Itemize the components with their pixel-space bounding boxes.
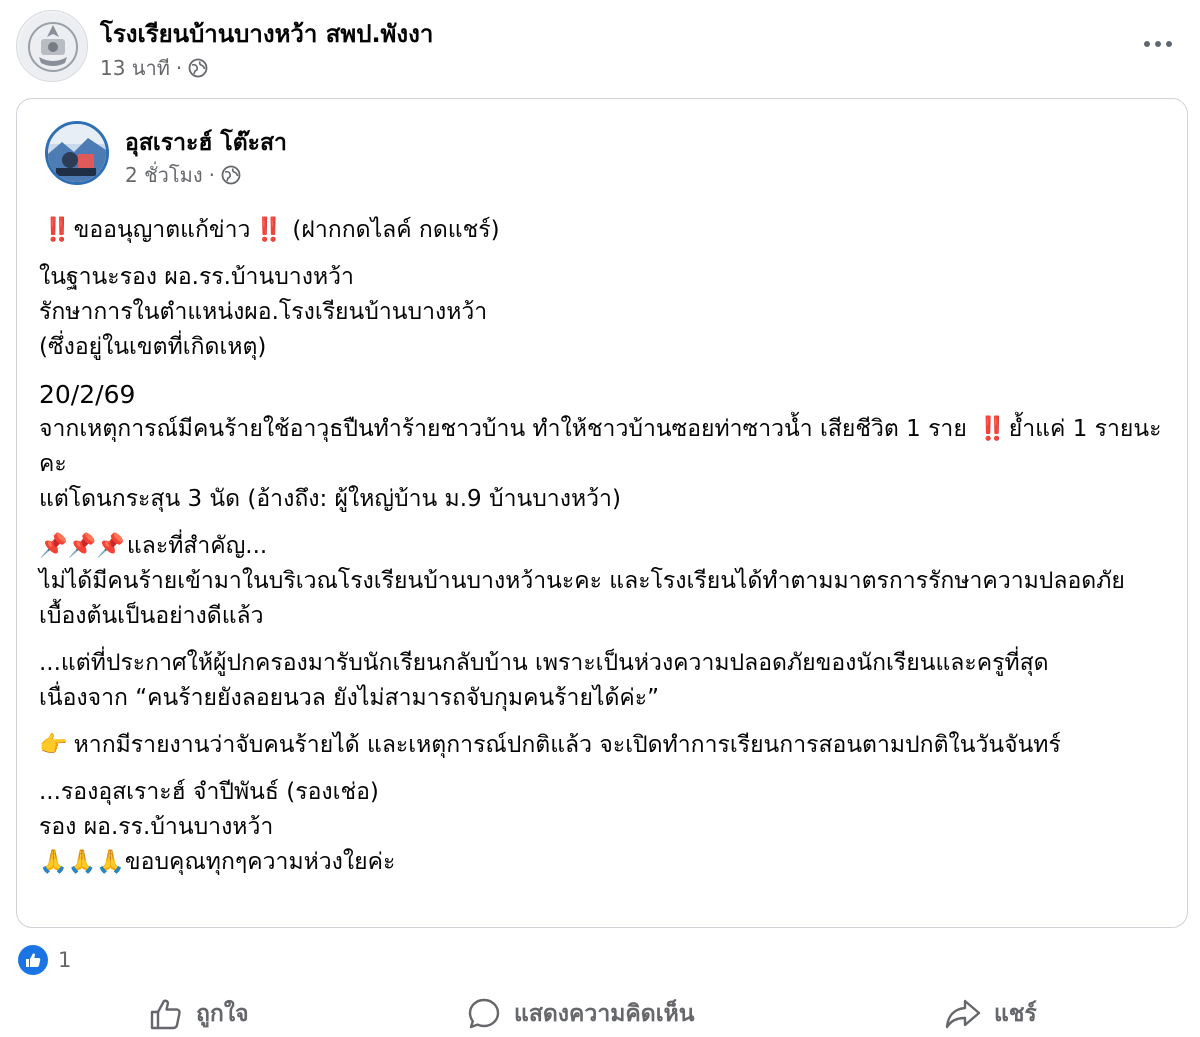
meta-separator: · <box>208 163 215 187</box>
pushpin-icon: 📌📌📌 <box>39 533 125 559</box>
share-button[interactable]: แชร์ <box>944 996 1037 1032</box>
paragraph-author-role: ในฐานะรอง ผอ.รร.บ้านบางหว้า รักษาการในตำ… <box>39 260 1169 365</box>
page-avatar[interactable] <box>16 10 88 82</box>
comment-button[interactable]: แสดงความคิดเห็น <box>466 996 694 1032</box>
comment-bubble-icon <box>466 996 502 1032</box>
reaction-summary[interactable]: 1 <box>18 944 71 976</box>
share-request-text: (ฝากกดไลค์ กดแชร์) <box>285 217 500 243</box>
signature-title: รอง ผอ.รร.บ้านบางหว้า <box>39 814 274 840</box>
share-arrow-icon <box>944 996 982 1032</box>
text-line: (ซึ่งอยู่ในเขตที่เกิดเหตุ) <box>39 334 267 360</box>
thanks-text: ขอบคุณทุกๆความห่วงใยค่ะ <box>124 849 396 875</box>
text-line: รักษาการในตำแหน่งผอ.โรงเรียนบ้านบางหว้า <box>39 299 488 325</box>
share-label: แชร์ <box>994 1001 1037 1027</box>
globe-icon <box>188 58 208 78</box>
paragraph-signature: ...รองอุสเราะฮ์ จำปีพันธ์ (รองเช่อ) รอง … <box>39 775 1169 880</box>
post-timestamp[interactable]: 13 นาที <box>100 52 170 84</box>
correction-text: ขออนุญาตแก้ข่าว <box>73 217 251 243</box>
incident-date: 20/2/69 <box>39 380 136 409</box>
signature-name: ...รองอุสเราะฮ์ จำปีพันธ์ (รองเช่อ) <box>39 779 379 805</box>
facebook-post: โรงเรียนบ้านบางหว้า สพป.พังงา 13 นาที · <box>0 0 1200 1037</box>
pointing-hand-icon: 👉 <box>39 732 68 758</box>
more-options-icon[interactable] <box>1136 26 1180 62</box>
paragraph-reopening: 👉 หากมีรายงานว่าจับคนร้ายได้ และเหตุการณ์… <box>39 728 1169 763</box>
author-name[interactable]: อุสเราะฮ์ โต๊ะสา <box>125 125 287 161</box>
text-line: ...แต่ที่ประกาศให้ผู้ปกครองมารับนักเรียน… <box>39 650 1049 676</box>
post-text: ‼️ ขออนุญาตแก้ข่าว ‼️ (ฝากกดไลค์ กดแชร์) ใ… <box>39 213 1169 892</box>
like-reaction-icon <box>18 945 48 975</box>
school-emblem-icon <box>19 13 87 81</box>
shared-post-card[interactable]: อุสเราะฮ์ โต๊ะสา 2 ชั่วโมง · ‼️ ขออนุญาตแ… <box>16 98 1188 928</box>
paragraph-correction-notice: ‼️ ขออนุญาตแก้ข่าว ‼️ (ฝากกดไลค์ กดแชร์) <box>39 213 1169 248</box>
post-header: โรงเรียนบ้านบางหว้า สพป.พังงา 13 นาที · <box>16 10 1184 86</box>
double-exclamation-icon: ‼️ <box>254 217 283 243</box>
comment-label: แสดงความคิดเห็น <box>514 1001 695 1027</box>
shared-post-meta: 2 ชั่วโมง · <box>125 159 241 191</box>
page-name[interactable]: โรงเรียนบ้านบางหว้า สพป.พังงา <box>100 14 433 53</box>
author-profile-photo-icon <box>48 124 106 182</box>
globe-icon <box>221 165 241 185</box>
author-avatar[interactable] <box>45 121 109 185</box>
reaction-count: 1 <box>58 948 72 972</box>
post-meta: 13 นาที · <box>100 52 208 84</box>
paragraph-dismissal-reason: ...แต่ที่ประกาศให้ผู้ปกครองมารับนักเรียน… <box>39 646 1169 716</box>
text-line: ในฐานะรอง ผอ.รร.บ้านบางหว้า <box>39 264 354 290</box>
shared-post-timestamp[interactable]: 2 ชั่วโมง <box>125 159 203 191</box>
folded-hands-icon: 🙏🙏🙏 <box>39 849 125 875</box>
paragraph-important: 📌📌📌และที่สำคัญ... ไม่ได้มีคนร้ายเข้ามาใน… <box>39 529 1169 634</box>
paragraph-incident: 20/2/69 จากเหตุการณ์มีคนร้ายใช้อาวุธปืนท… <box>39 377 1169 517</box>
important-text: ไม่ได้มีคนร้ายเข้ามาในบริเวณโรงเรียนบ้าน… <box>39 568 1125 629</box>
incident-detail: แต่โดนกระสุน 3 นัด (อ้างถึง: ผู้ใหญ่บ้าน… <box>39 486 621 512</box>
text-line: เนื่องจาก “คนร้ายยังลอยนวล ยังไม่สามารถจ… <box>39 685 660 711</box>
double-exclamation-icon: ‼️ <box>43 217 72 243</box>
thumbs-up-icon <box>148 996 184 1032</box>
double-exclamation-icon: ‼️ <box>978 416 1007 442</box>
meta-separator: · <box>175 56 183 80</box>
incident-text: จากเหตุการณ์มีคนร้ายใช้อาวุธปืนทำร้ายชาว… <box>39 416 975 442</box>
reopening-text: หากมีรายงานว่าจับคนร้ายได้ และเหตุการณ์ป… <box>73 732 1061 758</box>
post-action-bar: ถูกใจ แสดงความคิดเห็น แชร์ <box>0 990 1200 1037</box>
important-heading: และที่สำคัญ... <box>126 533 268 559</box>
like-label: ถูกใจ <box>196 1001 249 1027</box>
like-button[interactable]: ถูกใจ <box>148 996 249 1032</box>
